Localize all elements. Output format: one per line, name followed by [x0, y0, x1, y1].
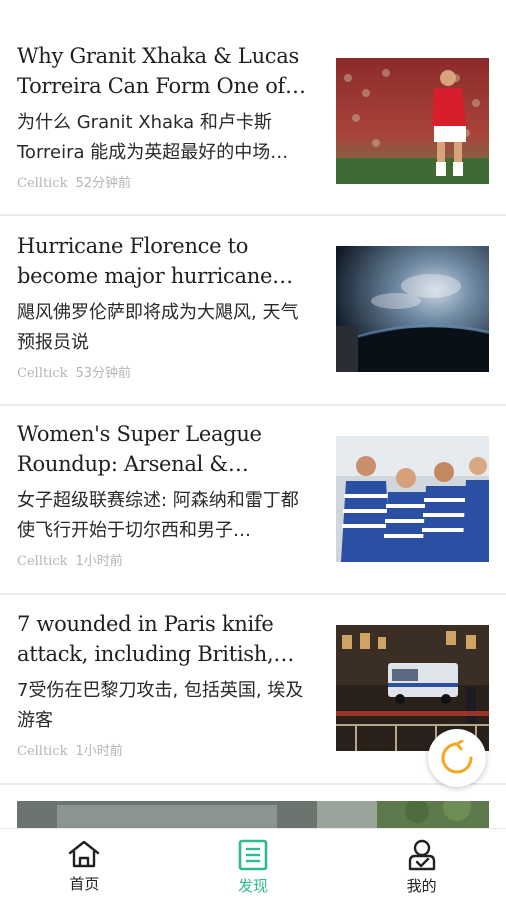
article-source: Celltick: [17, 366, 68, 381]
article-text: Hurricane Florence to become major hurri…: [17, 231, 313, 381]
article-chinese-title: 女子超级联赛综述: 阿森纳和雷丁都使飞行开始于切尔西和男子…: [17, 490, 299, 541]
tab-profile-label: 我的: [406, 877, 437, 895]
article-chinese-title: 为什么 Granit Xhaka 和卢卡斯 Torreira 能成为英超最好的中…: [17, 112, 289, 163]
article-english-title: Women's Super League Roundup: Arsenal & …: [17, 422, 262, 476]
article-meta: Celltick 52分钟前: [17, 172, 313, 191]
article-english-title: 7 wounded in Paris knife attack, includi…: [17, 612, 295, 666]
article-item-partial[interactable]: [17, 801, 489, 828]
article-meta: Celltick 1小时前: [17, 740, 313, 759]
discover-icon: [238, 839, 268, 871]
tab-discover-label: 发现: [238, 877, 269, 895]
hurricane-thumbnail[interactable]: [336, 246, 489, 372]
home-icon: [67, 839, 101, 869]
article-source: Celltick: [17, 176, 68, 191]
article-item[interactable]: Why Granit Xhaka & Lucas Torreira Can Fo…: [0, 28, 506, 216]
article-item[interactable]: Hurricane Florence to become major hurri…: [0, 218, 506, 406]
profile-icon: [407, 839, 437, 871]
article-feed[interactable]: Why Granit Xhaka & Lucas Torreira Can Fo…: [0, 0, 506, 828]
article-time: 1小时前: [75, 554, 123, 569]
article-english-title: Why Granit Xhaka & Lucas Torreira Can Fo…: [17, 44, 299, 98]
bottom-tab-bar: 首页 发现 我的: [0, 828, 506, 900]
article-text: Women's Super League Roundup: Arsenal & …: [17, 419, 313, 569]
tab-discover[interactable]: 发现: [169, 829, 338, 900]
tab-home[interactable]: 首页: [0, 829, 169, 900]
article-text: 7 wounded in Paris knife attack, includi…: [17, 609, 313, 759]
article-english-title: Hurricane Florence to become major hurri…: [17, 234, 273, 288]
tab-profile[interactable]: 我的: [337, 829, 506, 900]
article-time: 52分钟前: [75, 176, 132, 191]
refresh-button[interactable]: [428, 729, 486, 787]
article-chinese-title: 飓风佛罗伦萨即将成为大飓风, 天气预报员说: [17, 302, 299, 353]
article-source: Celltick: [17, 554, 68, 569]
article-time: 1小时前: [75, 744, 123, 759]
refresh-icon: [439, 740, 475, 776]
article-chinese-title: 7受伤在巴黎刀攻击, 包括英国, 埃及游客: [17, 680, 304, 731]
article-meta: Celltick 1小时前: [17, 550, 313, 569]
article-source: Celltick: [17, 744, 68, 759]
article-item[interactable]: Women's Super League Roundup: Arsenal & …: [0, 407, 506, 595]
tab-home-label: 首页: [69, 875, 100, 893]
football-player-thumbnail[interactable]: [336, 58, 489, 184]
womens-football-thumbnail[interactable]: [336, 436, 489, 562]
article-meta: Celltick 53分钟前: [17, 362, 313, 381]
article-text: Why Granit Xhaka & Lucas Torreira Can Fo…: [17, 41, 313, 191]
article-time: 53分钟前: [75, 366, 132, 381]
